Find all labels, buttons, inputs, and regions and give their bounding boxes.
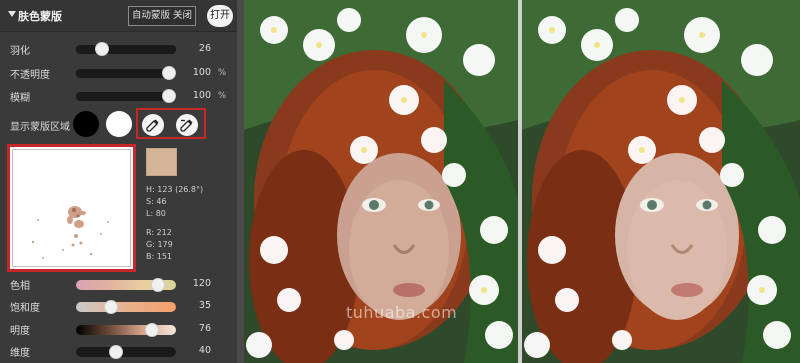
mask-preview-highlight [7,144,136,272]
opacity-label: 不透明度 [10,70,50,81]
eyedropper-subtract-button[interactable] [176,114,198,136]
saturation-slider[interactable] [76,300,176,314]
panel-title: 肤色蒙版 [18,10,62,23]
feather-label: 羽化 [10,46,30,57]
blur-label: 模糊 [10,93,30,104]
feather-slider[interactable] [76,42,176,56]
sampled-color-swatch [146,148,177,176]
saturation-slider-knob[interactable] [104,300,118,314]
open-button[interactable]: 打开 [207,5,233,27]
white-mask-swatch[interactable] [106,111,132,137]
lightness-slider-knob[interactable] [145,323,159,337]
eyedropper-minus-icon [180,119,193,132]
opacity-slider[interactable] [76,66,176,80]
collapse-arrow-icon[interactable] [8,11,16,17]
dimension-slider-knob[interactable] [109,345,123,359]
feather-value: 26 [198,43,211,54]
color-g: G: 179 [146,240,173,249]
opacity-unit: % [218,68,227,78]
eyedropper-icon [146,119,159,132]
hue-slider-knob[interactable] [151,278,165,292]
saturation-value: 35 [198,300,211,311]
hue-slider[interactable] [76,278,176,292]
black-mask-swatch[interactable] [73,111,99,137]
blur-unit: % [218,91,227,101]
lightness-value: 76 [198,323,211,334]
mask-preview [12,149,131,267]
mask-preview-image [31,206,109,259]
color-s: S: 46 [146,197,167,206]
hue-value: 120 [192,278,211,289]
opacity-slider-knob[interactable] [162,66,176,80]
blur-value: 100 [192,90,211,101]
watermark-text: tuhuaba.com [346,303,458,322]
eyedropper-add-button[interactable] [142,114,164,136]
feather-slider-knob[interactable] [95,42,109,56]
panel-separator [237,0,244,363]
hue-label: 色相 [10,281,30,292]
blur-slider[interactable] [76,89,176,103]
dimension-value: 40 [198,345,211,356]
show-mask-label: 显示蒙版区域 [10,122,70,133]
color-h: H: 123 (26.8°) [146,185,204,194]
opacity-value: 100 [192,67,211,78]
dimension-label: 维度 [10,348,30,359]
saturation-label: 饱和度 [10,303,40,314]
after-image [522,0,800,363]
panel-header: 肤色蒙版 自动蒙版 关闭 打开 [0,0,237,32]
lightness-slider[interactable] [76,323,176,337]
color-r: R: 212 [146,228,172,237]
portrait-photo-after [522,0,800,363]
lightness-label: 明度 [10,326,30,337]
auto-mask-toggle-button[interactable]: 自动蒙版 关闭 [128,6,196,26]
color-l: L: 80 [146,209,166,218]
eyedropper-highlight [136,108,206,139]
skin-mask-panel: 肤色蒙版 自动蒙版 关闭 打开 羽化 26 不透明度 100 % 模糊 100 … [0,0,237,363]
dimension-slider[interactable] [76,345,176,359]
color-b: B: 151 [146,252,172,261]
blur-slider-knob[interactable] [162,89,176,103]
